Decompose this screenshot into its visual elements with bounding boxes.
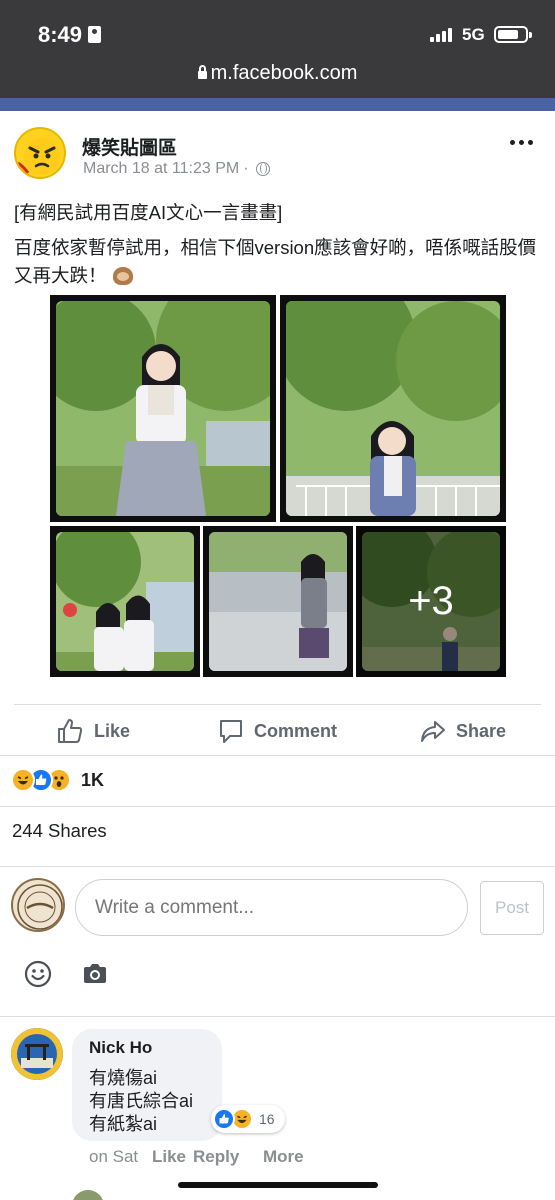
comment-actions: on Sat Like Reply More <box>89 1147 304 1167</box>
thumbs-up-icon <box>58 719 83 743</box>
divider <box>0 755 555 756</box>
reactions-summary[interactable]: 1K <box>11 768 104 792</box>
shares-count[interactable]: 244 Shares <box>12 820 107 842</box>
camera-button[interactable] <box>82 962 108 986</box>
comment-text-line: 有紙紮ai <box>89 1114 158 1134</box>
comment-reactions[interactable]: 16 <box>211 1105 285 1133</box>
meta-separator: · <box>243 160 249 177</box>
like-button[interactable]: Like <box>56 716 130 746</box>
post-text-line-2: 百度依家暫停試用，相信下個version應該會好啲，唔係嘅話股價又再大跌！ <box>14 234 544 290</box>
next-comment-avatar <box>72 1190 104 1200</box>
post-photo-3[interactable] <box>50 526 200 677</box>
comment-more-button[interactable]: More <box>263 1147 304 1167</box>
comment-label: Comment <box>254 720 338 741</box>
post-photo-5[interactable]: +3 <box>356 526 506 677</box>
facebook-header-strip <box>0 98 555 111</box>
more-photos-overlay[interactable]: +3 <box>356 526 506 677</box>
comment-like-button[interactable]: Like <box>152 1147 193 1167</box>
like-reaction-icon <box>213 1108 235 1130</box>
post-photo-2[interactable] <box>280 295 506 522</box>
post-text-line-1: [有網民試用百度AI文心一言畫畫] <box>14 202 283 223</box>
status-bar: 8:49 5G m.facebook.com <box>0 0 555 98</box>
page-name[interactable]: 爆笑貼圖區 <box>82 133 177 160</box>
divider <box>14 704 541 705</box>
post-text-body: 百度依家暫停試用，相信下個version應該會好啲，唔係嘅話股價又再大跌！ <box>14 237 537 286</box>
cellular-signal-icon <box>430 28 452 42</box>
divider <box>0 866 555 867</box>
comment-input[interactable] <box>75 879 468 936</box>
see-no-evil-monkey-icon <box>112 267 133 285</box>
reaction-count: 1K <box>81 769 105 790</box>
like-label: Like <box>94 720 131 741</box>
network-type: 5G <box>462 25 485 44</box>
comment-bubble-icon <box>220 720 242 743</box>
comment-reply-button[interactable]: Reply <box>193 1147 263 1167</box>
haha-icon <box>11 768 35 792</box>
post-meta: March 18 at 11:23 PM · <box>83 160 270 178</box>
smiley-icon <box>24 960 52 988</box>
url-text: m.facebook.com <box>210 62 358 84</box>
globe-icon <box>255 162 270 176</box>
commenter-avatar[interactable] <box>11 1028 63 1080</box>
status-time: 8:49 <box>38 22 102 48</box>
comment-button[interactable]: Comment <box>218 716 337 746</box>
post-options-icon[interactable] <box>510 140 533 145</box>
comment-reaction-count: 16 <box>259 1111 275 1127</box>
user-avatar <box>11 878 65 932</box>
page-avatar[interactable] <box>14 127 66 179</box>
sim-card-icon <box>88 26 102 43</box>
post-photo-1[interactable] <box>50 295 276 522</box>
share-button[interactable]: Share <box>420 716 506 746</box>
lock-icon <box>197 65 207 79</box>
home-indicator[interactable] <box>178 1182 378 1188</box>
battery-icon <box>494 26 532 43</box>
share-arrow-icon <box>421 721 445 742</box>
share-label: Share <box>456 720 507 741</box>
divider <box>0 806 555 807</box>
address-bar[interactable]: m.facebook.com <box>0 62 555 85</box>
comment-time[interactable]: on Sat <box>89 1147 152 1167</box>
emoji-button[interactable] <box>24 960 52 988</box>
post-photo-4[interactable] <box>203 526 353 677</box>
post-comment-button[interactable]: Post <box>480 881 544 935</box>
camera-icon <box>84 964 106 983</box>
divider <box>0 1016 555 1017</box>
post-timestamp[interactable]: March 18 at 11:23 PM <box>83 160 239 178</box>
commenter-name[interactable]: Nick Ho <box>89 1038 152 1058</box>
